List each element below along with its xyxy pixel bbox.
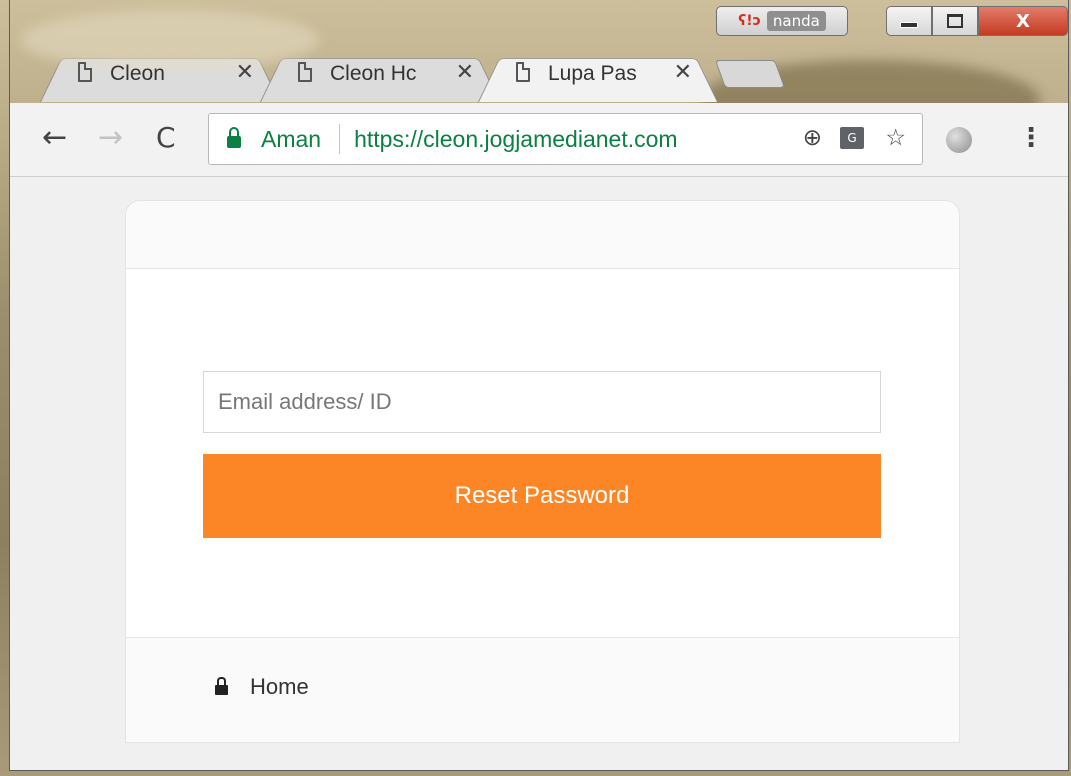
menu-kebab-icon[interactable]: ⋮ — [1018, 123, 1044, 153]
zoom-icon[interactable]: ⊕ — [803, 125, 822, 151]
reset-password-button[interactable]: Reset Password — [203, 454, 881, 538]
profile-button[interactable]: ʕ!ɔ nanda — [716, 6, 848, 36]
translate-icon[interactable]: G — [840, 127, 864, 149]
forward-arrow-icon[interactable]: → — [98, 121, 123, 155]
title-bar: ʕ!ɔ nanda X Cleon ✕ Cleon Hc ✕ Lupa Pas … — [10, 0, 1068, 104]
close-window-button[interactable]: X — [978, 6, 1068, 36]
close-icon: X — [1016, 10, 1030, 32]
maximize-button[interactable] — [932, 6, 978, 36]
tab-title: Cleon — [110, 62, 165, 85]
profile-avatar-icon: ʕ!ɔ — [738, 13, 761, 29]
url-text[interactable]: https://cleon.jogjamedianet.com — [354, 126, 754, 153]
reset-password-panel: Reset Password Home — [125, 200, 960, 743]
profile-name: nanda — [766, 11, 826, 31]
lock-icon — [215, 677, 228, 695]
window-controls: X — [886, 6, 1068, 36]
tab-cleon-home[interactable]: Cleon Hc ✕ — [260, 46, 500, 102]
bookmark-star-icon[interactable]: ☆ — [885, 125, 906, 151]
document-icon — [78, 62, 92, 82]
tab-cleon[interactable]: Cleon ✕ — [40, 46, 280, 102]
panel-footer: Home — [126, 637, 959, 742]
home-label: Home — [250, 674, 309, 699]
document-icon — [516, 62, 530, 82]
document-icon — [298, 62, 312, 82]
home-link[interactable]: Home — [215, 674, 309, 700]
tab-title: Cleon Hc — [330, 62, 417, 85]
extension-icon[interactable] — [946, 127, 972, 153]
tab-close-icon[interactable]: ✕ — [456, 60, 474, 85]
reload-icon[interactable]: C — [156, 121, 176, 155]
minimize-icon — [900, 22, 918, 28]
new-tab-button[interactable] — [720, 60, 780, 88]
maximize-icon — [947, 14, 963, 28]
tab-strip: Cleon ✕ Cleon Hc ✕ Lupa Pas ✕ — [10, 46, 1068, 104]
address-bar[interactable]: Aman https://cleon.jogjamedianet.com ⊕ G… — [208, 113, 923, 165]
secure-label[interactable]: Aman — [261, 126, 321, 153]
browser-toolbar: ← → C Aman https://cleon.jogjamedianet.c… — [10, 103, 1068, 177]
address-separator — [339, 124, 341, 154]
tab-title: Lupa Pas — [548, 62, 637, 85]
back-arrow-icon[interactable]: ← — [42, 121, 67, 155]
secure-lock-icon[interactable] — [227, 127, 241, 148]
minimize-button[interactable] — [886, 6, 932, 36]
email-input[interactable] — [203, 371, 881, 433]
browser-window: ʕ!ɔ nanda X Cleon ✕ Cleon Hc ✕ Lupa Pas … — [9, 0, 1069, 771]
tab-close-icon[interactable]: ✕ — [236, 60, 254, 85]
tab-close-icon[interactable]: ✕ — [674, 60, 692, 85]
tab-lupa-password[interactable]: Lupa Pas ✕ — [478, 46, 718, 102]
panel-header — [126, 201, 959, 269]
page-viewport: Reset Password Home — [10, 177, 1068, 770]
